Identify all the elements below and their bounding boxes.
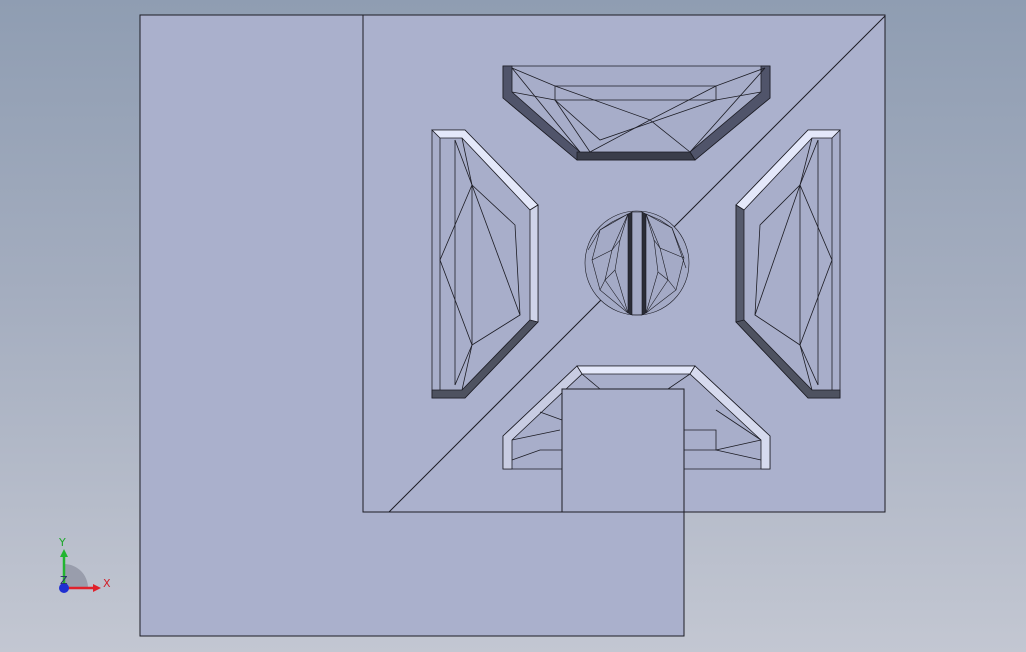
coordinate-triad: X Y Z: [58, 536, 111, 593]
x-axis-label: X: [103, 577, 111, 590]
center-sphere[interactable]: [584, 210, 690, 316]
cad-viewport[interactable]: X Y Z: [0, 0, 1026, 652]
x-axis-arrow: [93, 584, 101, 592]
z-axis-label: Z: [60, 574, 68, 587]
y-axis-label: Y: [58, 536, 66, 549]
base-plate-notch: [561, 388, 685, 513]
y-axis-arrow: [60, 549, 68, 557]
